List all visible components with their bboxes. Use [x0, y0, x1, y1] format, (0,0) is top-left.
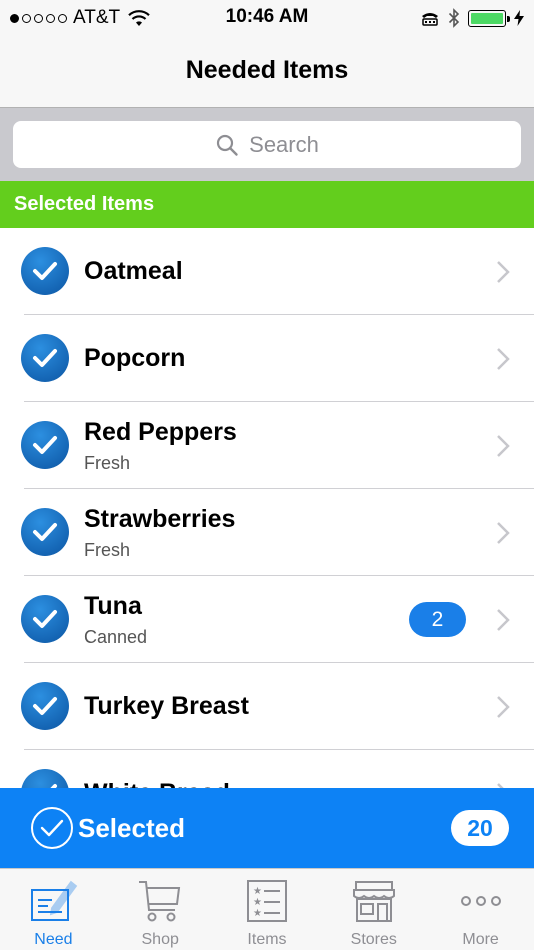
cart-icon: [139, 881, 181, 922]
checkmark-icon[interactable]: [21, 682, 69, 730]
item-subtitle: Fresh: [84, 452, 131, 473]
checkmark-icon[interactable]: [21, 247, 69, 295]
tab-need[interactable]: Need: [0, 869, 107, 950]
item-name: Popcorn: [84, 344, 186, 372]
svg-text:★: ★: [253, 886, 262, 897]
list-item[interactable]: Popcorn: [0, 315, 534, 402]
tty-icon: [422, 13, 438, 26]
chevron-right-icon: [497, 609, 510, 631]
checkmark-icon[interactable]: [21, 421, 69, 469]
store-icon: [352, 881, 395, 922]
checkmark-icon[interactable]: [21, 769, 69, 788]
tab-label: Stores: [350, 931, 397, 948]
bluetooth-icon: [448, 8, 460, 28]
tab-label: Items: [247, 931, 287, 948]
item-subtitle: Fresh: [84, 539, 131, 560]
chevron-right-icon: [497, 348, 510, 370]
item-name: Red Peppers: [84, 417, 237, 446]
selected-label: Selected: [78, 813, 185, 843]
chevron-right-icon: [497, 435, 510, 457]
items-list[interactable]: Oatmeal Popcorn Red Peppers Fresh Strawb…: [0, 228, 534, 788]
checkmark-icon[interactable]: [21, 595, 69, 643]
status-bar: AT&T 10:46 AM: [0, 0, 534, 36]
tab-shop[interactable]: Shop: [107, 869, 214, 950]
selected-count-badge: 20: [451, 810, 509, 846]
search-icon: [217, 134, 238, 156]
charging-icon: [514, 10, 524, 26]
chevron-right-icon: [497, 522, 510, 544]
tab-label: More: [462, 931, 499, 948]
status-indicators: [420, 6, 524, 30]
svg-text:★: ★: [253, 897, 262, 908]
item-name: White Bread: [84, 779, 230, 788]
chevron-right-icon: [497, 261, 510, 283]
search-input[interactable]: Search: [13, 121, 521, 168]
list-item[interactable]: Tuna Canned 2: [0, 576, 534, 663]
list-icon: ★ ★ ★: [246, 880, 287, 922]
tab-bar: Need Shop ★ ★ ★ Items Stores More: [0, 868, 534, 950]
list-item[interactable]: White Bread: [0, 750, 534, 788]
checkmark-icon[interactable]: [21, 334, 69, 382]
list-item[interactable]: Red Peppers Fresh: [0, 402, 534, 489]
item-name: Turkey Breast: [84, 692, 249, 720]
item-subtitle: Canned: [84, 626, 148, 647]
checkmark-icon[interactable]: [21, 508, 69, 556]
item-name: Oatmeal: [84, 257, 183, 285]
list-item[interactable]: Strawberries Fresh: [0, 489, 534, 576]
battery-icon: [468, 9, 510, 27]
page-title: Needed Items: [185, 56, 349, 84]
item-name: Strawberries: [84, 504, 236, 533]
tab-items[interactable]: ★ ★ ★ Items: [214, 869, 321, 950]
list-item[interactable]: Oatmeal: [0, 228, 534, 315]
tab-stores[interactable]: Stores: [320, 869, 427, 950]
need-icon: [31, 880, 78, 921]
search-placeholder: Search: [249, 131, 319, 157]
quantity-badge: 2: [409, 602, 466, 637]
search-bar: Search: [0, 108, 534, 181]
tab-more[interactable]: More: [427, 869, 534, 950]
selected-summary-bar[interactable]: Selected 20: [0, 788, 534, 868]
tab-label: Shop: [141, 931, 179, 948]
chevron-right-icon: [497, 696, 510, 718]
tab-label: Need: [34, 931, 73, 948]
selected-check-icon: [31, 807, 73, 849]
navigation-bar: Needed Items: [0, 36, 534, 108]
svg-text:★: ★: [253, 908, 262, 919]
list-item[interactable]: Turkey Breast: [0, 663, 534, 750]
section-header-selected-items: Selected Items: [0, 181, 534, 228]
more-icon: [460, 896, 501, 906]
item-name: Tuna: [84, 591, 142, 620]
